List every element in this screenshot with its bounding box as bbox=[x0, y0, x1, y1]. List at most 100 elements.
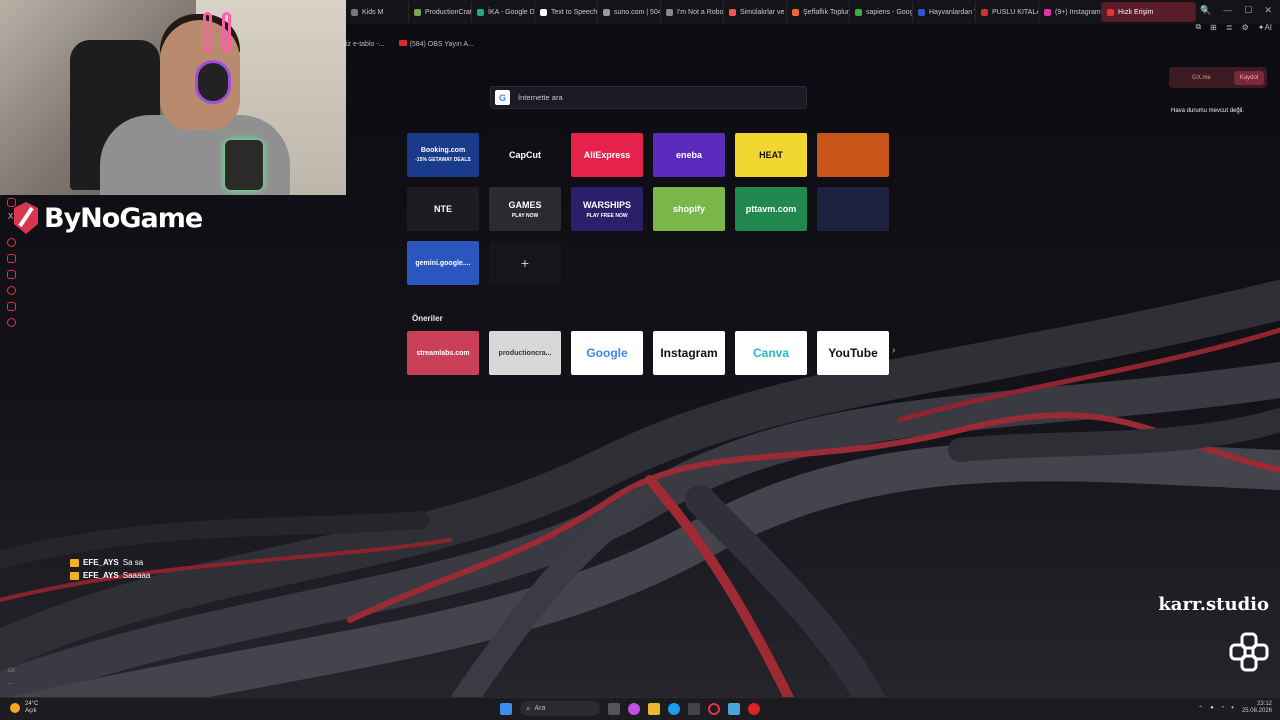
tab-favicon-icon bbox=[792, 8, 799, 16]
suggestion-label: productioncra... bbox=[498, 349, 552, 357]
tab-label: Text to Speech bbox=[551, 8, 598, 16]
chevron-up-icon[interactable]: ⌃ bbox=[1198, 705, 1203, 712]
browser-sidebar: X GX ... bbox=[0, 196, 22, 696]
bookmark-obs[interactable]: (584) OBS Yayın A... bbox=[398, 40, 474, 48]
tab-label: PUSLU KITALAR bbox=[992, 8, 1038, 16]
speed-dial-tile[interactable]: pttavm.com bbox=[735, 187, 807, 231]
speed-dial-tile[interactable]: gemini.google.... bbox=[407, 241, 479, 285]
record-icon[interactable] bbox=[7, 238, 16, 247]
store-icon[interactable] bbox=[688, 702, 700, 715]
speed-dial-label: Booking.com bbox=[420, 147, 466, 154]
tab[interactable]: Kids M bbox=[346, 2, 409, 22]
speed-dial-tile[interactable]: eneba bbox=[653, 133, 725, 177]
copilot-icon[interactable] bbox=[628, 702, 640, 715]
tab-favicon-icon bbox=[666, 8, 673, 16]
speed-dial-tile[interactable]: shopify bbox=[653, 187, 725, 231]
close-icon[interactable]: ✕ bbox=[1264, 5, 1272, 16]
speed-dial-label: HEAT bbox=[759, 150, 783, 160]
search-bar[interactable]: G İnternette ara bbox=[490, 86, 807, 109]
tab[interactable]: ProductionCrat bbox=[409, 2, 472, 22]
tab[interactable]: Hızlı Erişim bbox=[1102, 2, 1196, 22]
extensions-icon[interactable] bbox=[7, 302, 16, 311]
settings-icon[interactable]: ⚙ bbox=[1242, 23, 1249, 32]
ai-icon[interactable]: ✦AI bbox=[1258, 23, 1272, 32]
speed-dial-tile[interactable]: + bbox=[489, 241, 561, 285]
x-icon[interactable]: X bbox=[8, 212, 13, 221]
speed-dial-tile[interactable]: WARSHIPS PLAY FREE NOW bbox=[571, 187, 643, 231]
speed-dial-tile[interactable]: AliExpress bbox=[571, 133, 643, 177]
windows-start-icon[interactable] bbox=[500, 702, 512, 715]
taskbar-apps: ⌕ Ara bbox=[500, 701, 760, 716]
search-tabs-icon[interactable]: 🔍 bbox=[1200, 5, 1211, 16]
task-view-icon[interactable] bbox=[608, 702, 620, 715]
watermark: karr.studio bbox=[1158, 594, 1269, 615]
volume-icon[interactable]: 🔈︎ bbox=[1231, 705, 1235, 712]
gx-label: GX bbox=[8, 668, 16, 674]
tab-label: İKA - Google Dr bbox=[488, 8, 535, 16]
maximize-icon[interactable]: ☐ bbox=[1244, 5, 1252, 16]
tab[interactable]: Text to Speech bbox=[535, 2, 598, 22]
weather-widget[interactable]: 24°C Açık bbox=[10, 701, 38, 715]
history-icon[interactable] bbox=[7, 286, 16, 295]
tab-favicon-icon bbox=[477, 8, 484, 16]
tab[interactable]: PUSLU KITALAR bbox=[976, 2, 1039, 22]
tab[interactable]: I'm Not a Robot bbox=[661, 2, 724, 22]
play-icon[interactable] bbox=[7, 254, 16, 263]
karr-logo-icon bbox=[1229, 632, 1269, 672]
chrome-icon[interactable] bbox=[748, 702, 760, 715]
file-explorer-icon[interactable] bbox=[648, 702, 660, 715]
tab[interactable]: Şeffaflık Toplum bbox=[787, 2, 850, 22]
tab[interactable]: İKA - Google Dr bbox=[472, 2, 535, 22]
bookmark-e-tablo[interactable]: iz e-tablo -... bbox=[346, 41, 385, 48]
chevron-right-icon[interactable]: › bbox=[892, 345, 895, 356]
desktop: Kids M ProductionCrat İKA - Google Dr Text … bbox=[0, 0, 1280, 720]
suggestion-tile[interactable]: Instagram bbox=[653, 331, 725, 375]
tab-label: Simülakrlar ve S bbox=[740, 8, 787, 16]
edge-icon[interactable] bbox=[668, 702, 680, 715]
tab[interactable]: Hayvanlardan T bbox=[913, 2, 976, 22]
weather-status: Açık bbox=[25, 708, 37, 714]
tab-label: ProductionCrat bbox=[425, 8, 472, 16]
suggestion-label: streamlabs.com bbox=[416, 349, 470, 357]
app-icon[interactable] bbox=[728, 702, 740, 715]
tab[interactable]: Simülakrlar ve S bbox=[724, 2, 787, 22]
instagram-icon[interactable] bbox=[7, 198, 16, 207]
bookmarks-bar: iz e-tablo -... (584) OBS Yayın A... bbox=[346, 37, 474, 51]
suggestion-tile[interactable]: productioncra... bbox=[489, 331, 561, 375]
window-controls: 🔍 — ☐ ✕ bbox=[1200, 5, 1272, 16]
minimize-icon[interactable]: — bbox=[1223, 5, 1232, 16]
suggestion-tile[interactable]: Canva bbox=[735, 331, 807, 375]
stream-logo: ByNoGame bbox=[12, 200, 203, 236]
tab[interactable]: (9+) Instagram bbox=[1039, 2, 1102, 22]
speed-dial-tile[interactable] bbox=[817, 133, 889, 177]
suggestion-label: Instagram bbox=[660, 346, 718, 360]
moon-icon bbox=[10, 703, 20, 713]
speed-dial-tile[interactable]: CapCut bbox=[489, 133, 561, 177]
opera-gx-icon[interactable] bbox=[708, 702, 720, 715]
suggestion-tile[interactable]: YouTube bbox=[817, 331, 889, 375]
bookmark-icon[interactable] bbox=[7, 270, 16, 279]
tab[interactable]: suno.com | 504 bbox=[598, 2, 661, 22]
speed-dial-label: pttavm.com bbox=[745, 204, 797, 214]
speed-dial-label: eneba bbox=[675, 150, 702, 160]
signup-button[interactable]: Kaydol bbox=[1234, 70, 1264, 85]
speed-dial-tile[interactable]: Booking.com -15% GETAWAY DEALS bbox=[407, 133, 479, 177]
speed-dial-tile[interactable] bbox=[817, 187, 889, 231]
speed-dial-tile[interactable]: GAMES PLAY NOW bbox=[489, 187, 561, 231]
network-icon[interactable]: ● bbox=[1210, 705, 1214, 711]
suggestion-tile[interactable]: streamlabs.com bbox=[407, 331, 479, 375]
toolbar-right: ⧉ ⊞ ≣ ⚙ ✦AI bbox=[1195, 22, 1272, 32]
wifi-icon[interactable]: ◔ bbox=[1221, 705, 1225, 711]
taskbar-search[interactable]: ⌕ Ara bbox=[520, 701, 600, 716]
settings-icon[interactable] bbox=[7, 318, 16, 327]
menu-icon[interactable]: ≣ bbox=[1226, 23, 1233, 32]
speed-dial-tile[interactable]: NTE bbox=[407, 187, 479, 231]
speed-dial-tile[interactable]: HEAT bbox=[735, 133, 807, 177]
suggestion-tile[interactable]: Google bbox=[571, 331, 643, 375]
clock[interactable]: 23:12 25.08.2026 bbox=[1242, 701, 1272, 715]
workspaces-icon[interactable]: ⊞ bbox=[1210, 23, 1217, 32]
more-icon[interactable]: ... bbox=[8, 680, 13, 686]
tab[interactable]: sapiens - Goog bbox=[850, 2, 913, 22]
chat-user: EFE_AYS bbox=[83, 558, 119, 567]
snapshot-icon[interactable]: ⧉ bbox=[1195, 22, 1201, 32]
